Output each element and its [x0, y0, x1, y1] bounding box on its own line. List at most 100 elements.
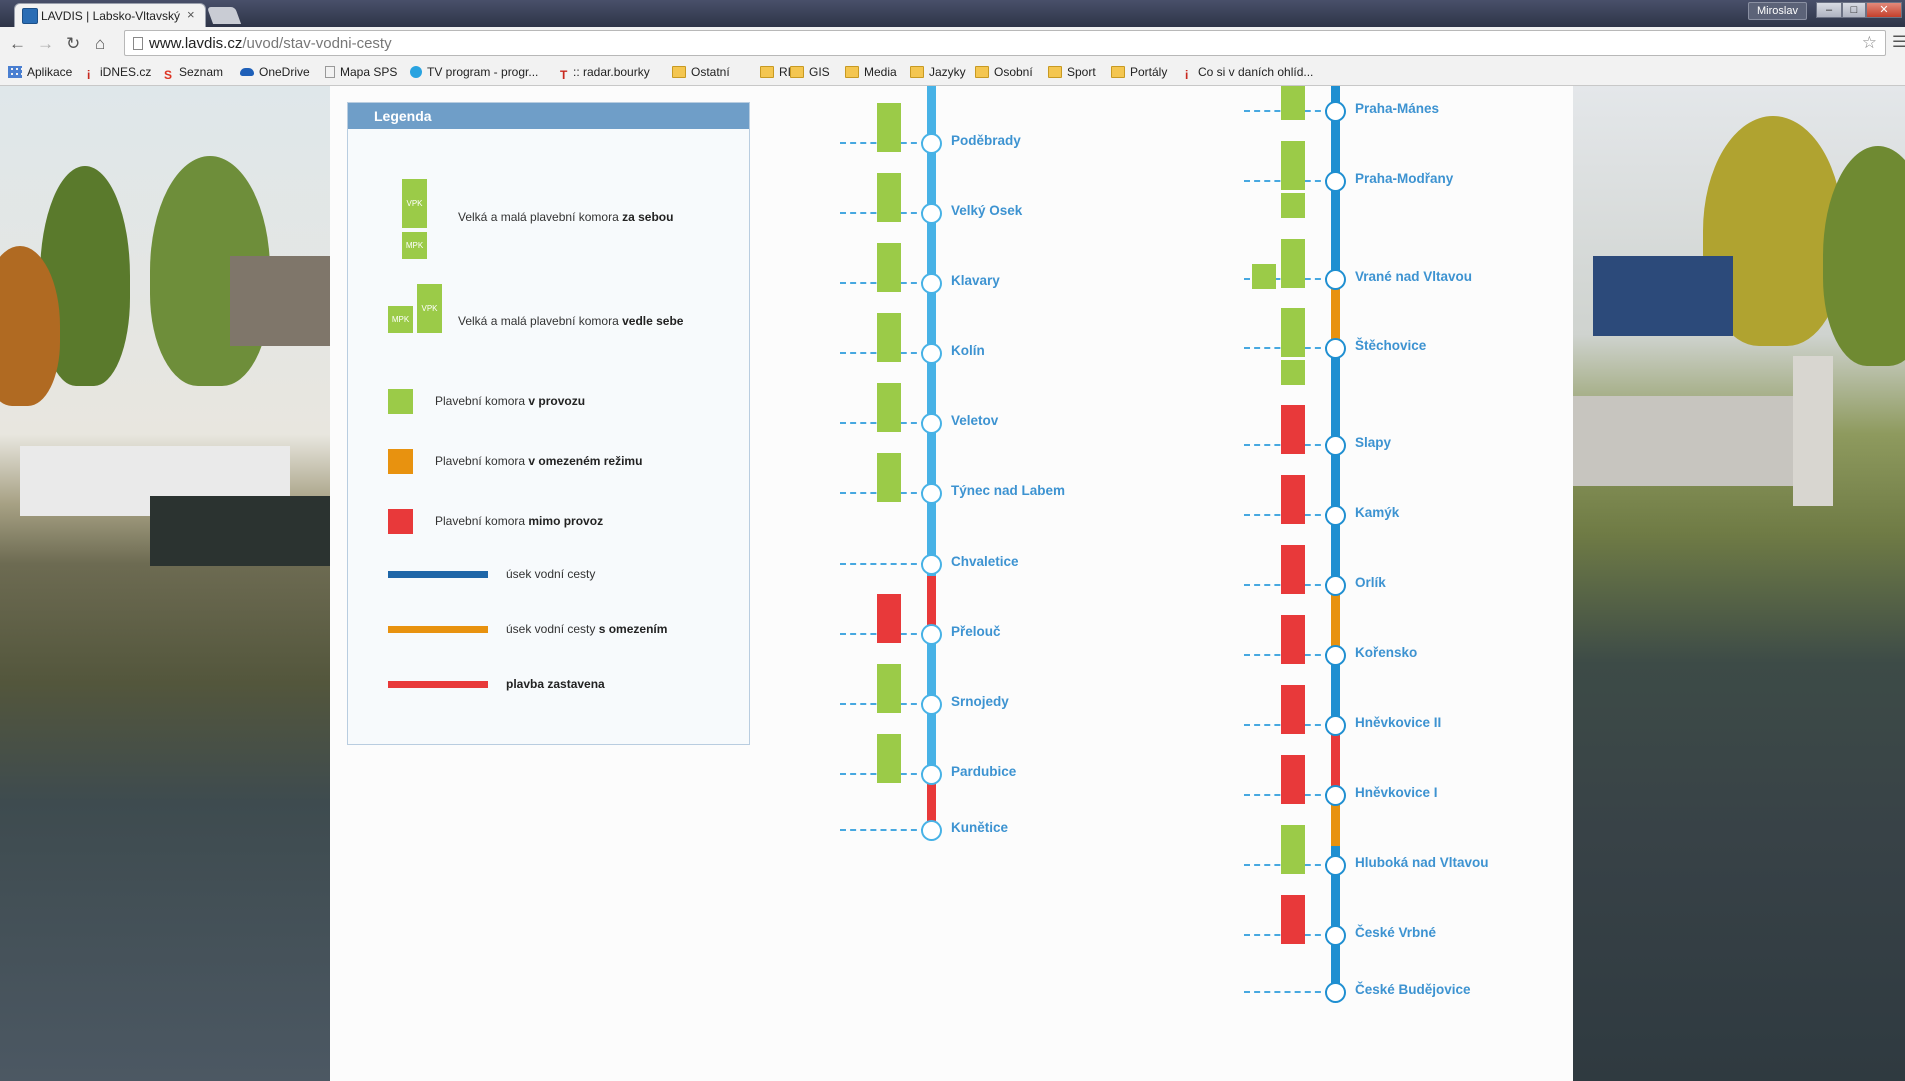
lock-chamber[interactable] [1281, 755, 1305, 804]
page-viewport: Legenda VPK MPK Velká a malá plavební ko… [0, 86, 1905, 1081]
bookmark-7[interactable]: T:: radar.bourky [560, 63, 650, 82]
folder-icon [1111, 66, 1125, 78]
vltava-station[interactable]: Kamýk [330, 504, 1573, 526]
vltava-segment [1331, 594, 1340, 649]
lock-chamber[interactable] [1281, 475, 1305, 524]
bookmark-15[interactable]: Portály [1111, 63, 1167, 81]
station-name[interactable]: České Budějovice [1355, 982, 1471, 997]
idnes-icon: i [87, 68, 91, 82]
bookmark-label: Aplikace [27, 65, 73, 79]
station-name[interactable]: Hněvkovice II [1355, 715, 1441, 730]
station-node-icon[interactable] [1327, 271, 1344, 288]
vltava-station[interactable]: Orlík [330, 574, 1573, 596]
bookmark-1[interactable]: Aplikace [8, 63, 72, 81]
station-name[interactable]: Praha-Modřany [1355, 171, 1453, 186]
bookmark-10[interactable]: GIS [790, 63, 830, 81]
menu-icon[interactable]: ☰ [1892, 32, 1905, 52]
bookmark-3[interactable]: S Seznam [164, 63, 223, 82]
vltava-segment [1331, 734, 1340, 788]
lock-chamber[interactable] [1281, 895, 1305, 944]
station-node-icon[interactable] [1327, 577, 1344, 594]
bookmark-13[interactable]: Osobní [975, 63, 1033, 81]
station-node-icon[interactable] [1327, 647, 1344, 664]
vltava-station[interactable]: Vrané nad Vltavou [330, 268, 1573, 290]
station-name[interactable]: Slapy [1355, 435, 1391, 450]
profile-button[interactable]: Miroslav [1748, 2, 1807, 20]
station-node-icon[interactable] [1327, 857, 1344, 874]
station-node-icon[interactable] [1327, 173, 1344, 190]
station-name[interactable]: Praha-Mánes [1355, 101, 1439, 116]
maximize-button[interactable]: □ [1842, 2, 1866, 18]
station-node-icon[interactable] [1327, 507, 1344, 524]
vltava-segment [1331, 340, 1340, 594]
vltava-station[interactable]: Praha-Modřany [330, 170, 1573, 192]
bookmark-label: Co si v daních ohlíd... [1198, 65, 1314, 79]
forward-arrow-icon[interactable]: → [37, 34, 54, 54]
lock-small[interactable] [1281, 360, 1305, 385]
bookmark-12[interactable]: Jazyky [910, 63, 966, 81]
bookmark-label: Media [864, 65, 897, 79]
station-name[interactable]: Hluboká nad Vltavou [1355, 855, 1489, 870]
station-name[interactable]: Vrané nad Vltavou [1355, 269, 1472, 284]
address-bar[interactable]: www.lavdis.cz/uvod/stav-vodni-cesty ☆ [124, 30, 1886, 56]
station-node-icon[interactable] [1327, 103, 1344, 120]
new-tab-button[interactable] [206, 7, 242, 24]
url-text[interactable]: www.lavdis.cz/uvod/stav-vodni-cesty [149, 35, 392, 52]
idnes-icon: i [1185, 68, 1189, 82]
vltava-station[interactable]: České Budějovice [330, 981, 1573, 1003]
station-node-icon[interactable] [1327, 717, 1344, 734]
bookmark-11[interactable]: Media [845, 63, 897, 81]
folder-icon [910, 66, 924, 78]
bookmark-4[interactable]: OneDrive [240, 63, 310, 81]
lock-chamber[interactable] [1281, 405, 1305, 454]
vltava-station[interactable]: Slapy [330, 434, 1573, 456]
lock-large[interactable] [1281, 239, 1305, 288]
browser-tab[interactable]: LAVDIS | Labsko-Vltavský × [14, 3, 206, 27]
lock-chamber[interactable] [1281, 825, 1305, 874]
station-node-icon[interactable] [1327, 340, 1344, 357]
bookmark-6[interactable]: TV program - progr... [410, 63, 538, 81]
lock-small[interactable] [1252, 264, 1276, 289]
lavdis-favicon-icon [22, 8, 38, 24]
vltava-station[interactable]: Štěchovice [330, 337, 1573, 359]
vltava-station[interactable]: Kořensko [330, 644, 1573, 666]
home-icon[interactable]: ⌂ [95, 34, 105, 54]
bookmark-14[interactable]: Sport [1048, 63, 1096, 81]
vltava-station[interactable]: Hněvkovice II [330, 714, 1573, 736]
station-name[interactable]: Kamýk [1355, 505, 1399, 520]
lock-chamber[interactable] [1281, 86, 1305, 120]
station-name[interactable]: Kořensko [1355, 645, 1417, 660]
bookmark-16[interactable]: i Co si v daních ohlíd... [1185, 63, 1314, 82]
bookmark-5[interactable]: Mapa SPS [325, 63, 397, 81]
reload-icon[interactable]: ↻ [66, 34, 80, 54]
bookmark-star-icon[interactable]: ☆ [1862, 33, 1877, 53]
station-node-icon[interactable] [1327, 787, 1344, 804]
tab-close-icon[interactable]: × [187, 7, 195, 22]
station-node-icon[interactable] [1327, 984, 1344, 1001]
back-arrow-icon[interactable]: ← [9, 34, 26, 54]
station-name[interactable]: Štěchovice [1355, 338, 1426, 353]
station-name[interactable]: České Vrbné [1355, 925, 1436, 940]
bookmark-label: iDNES.cz [100, 65, 152, 79]
station-node-icon[interactable] [1327, 437, 1344, 454]
bookmark-8[interactable]: Ostatní [672, 63, 730, 81]
vltava-waterway-diagram: Praha-Mánes Praha-Modřany Vrané nad Vltavo… [330, 86, 1573, 1081]
bookmark-label: Mapa SPS [340, 65, 398, 79]
vltava-station[interactable]: České Vrbné [330, 924, 1573, 946]
lock-chamber[interactable] [1281, 615, 1305, 664]
minimize-button[interactable]: – [1816, 2, 1842, 18]
bookmark-2[interactable]: i iDNES.cz [87, 63, 152, 82]
lock-small[interactable] [1281, 193, 1305, 218]
station-name[interactable]: Orlík [1355, 575, 1386, 590]
station-node-icon[interactable] [1327, 927, 1344, 944]
vltava-station[interactable]: Hluboká nad Vltavou [330, 854, 1573, 876]
lock-large[interactable] [1281, 141, 1305, 190]
vltava-segment [1331, 286, 1340, 340]
vltava-station[interactable]: Hněvkovice I [330, 784, 1573, 806]
lock-chamber[interactable] [1281, 685, 1305, 734]
lock-chamber[interactable] [1281, 545, 1305, 594]
station-name[interactable]: Hněvkovice I [1355, 785, 1438, 800]
lock-large[interactable] [1281, 308, 1305, 357]
vltava-station[interactable]: Praha-Mánes [330, 100, 1573, 122]
close-window-button[interactable]: ✕ [1866, 2, 1902, 18]
